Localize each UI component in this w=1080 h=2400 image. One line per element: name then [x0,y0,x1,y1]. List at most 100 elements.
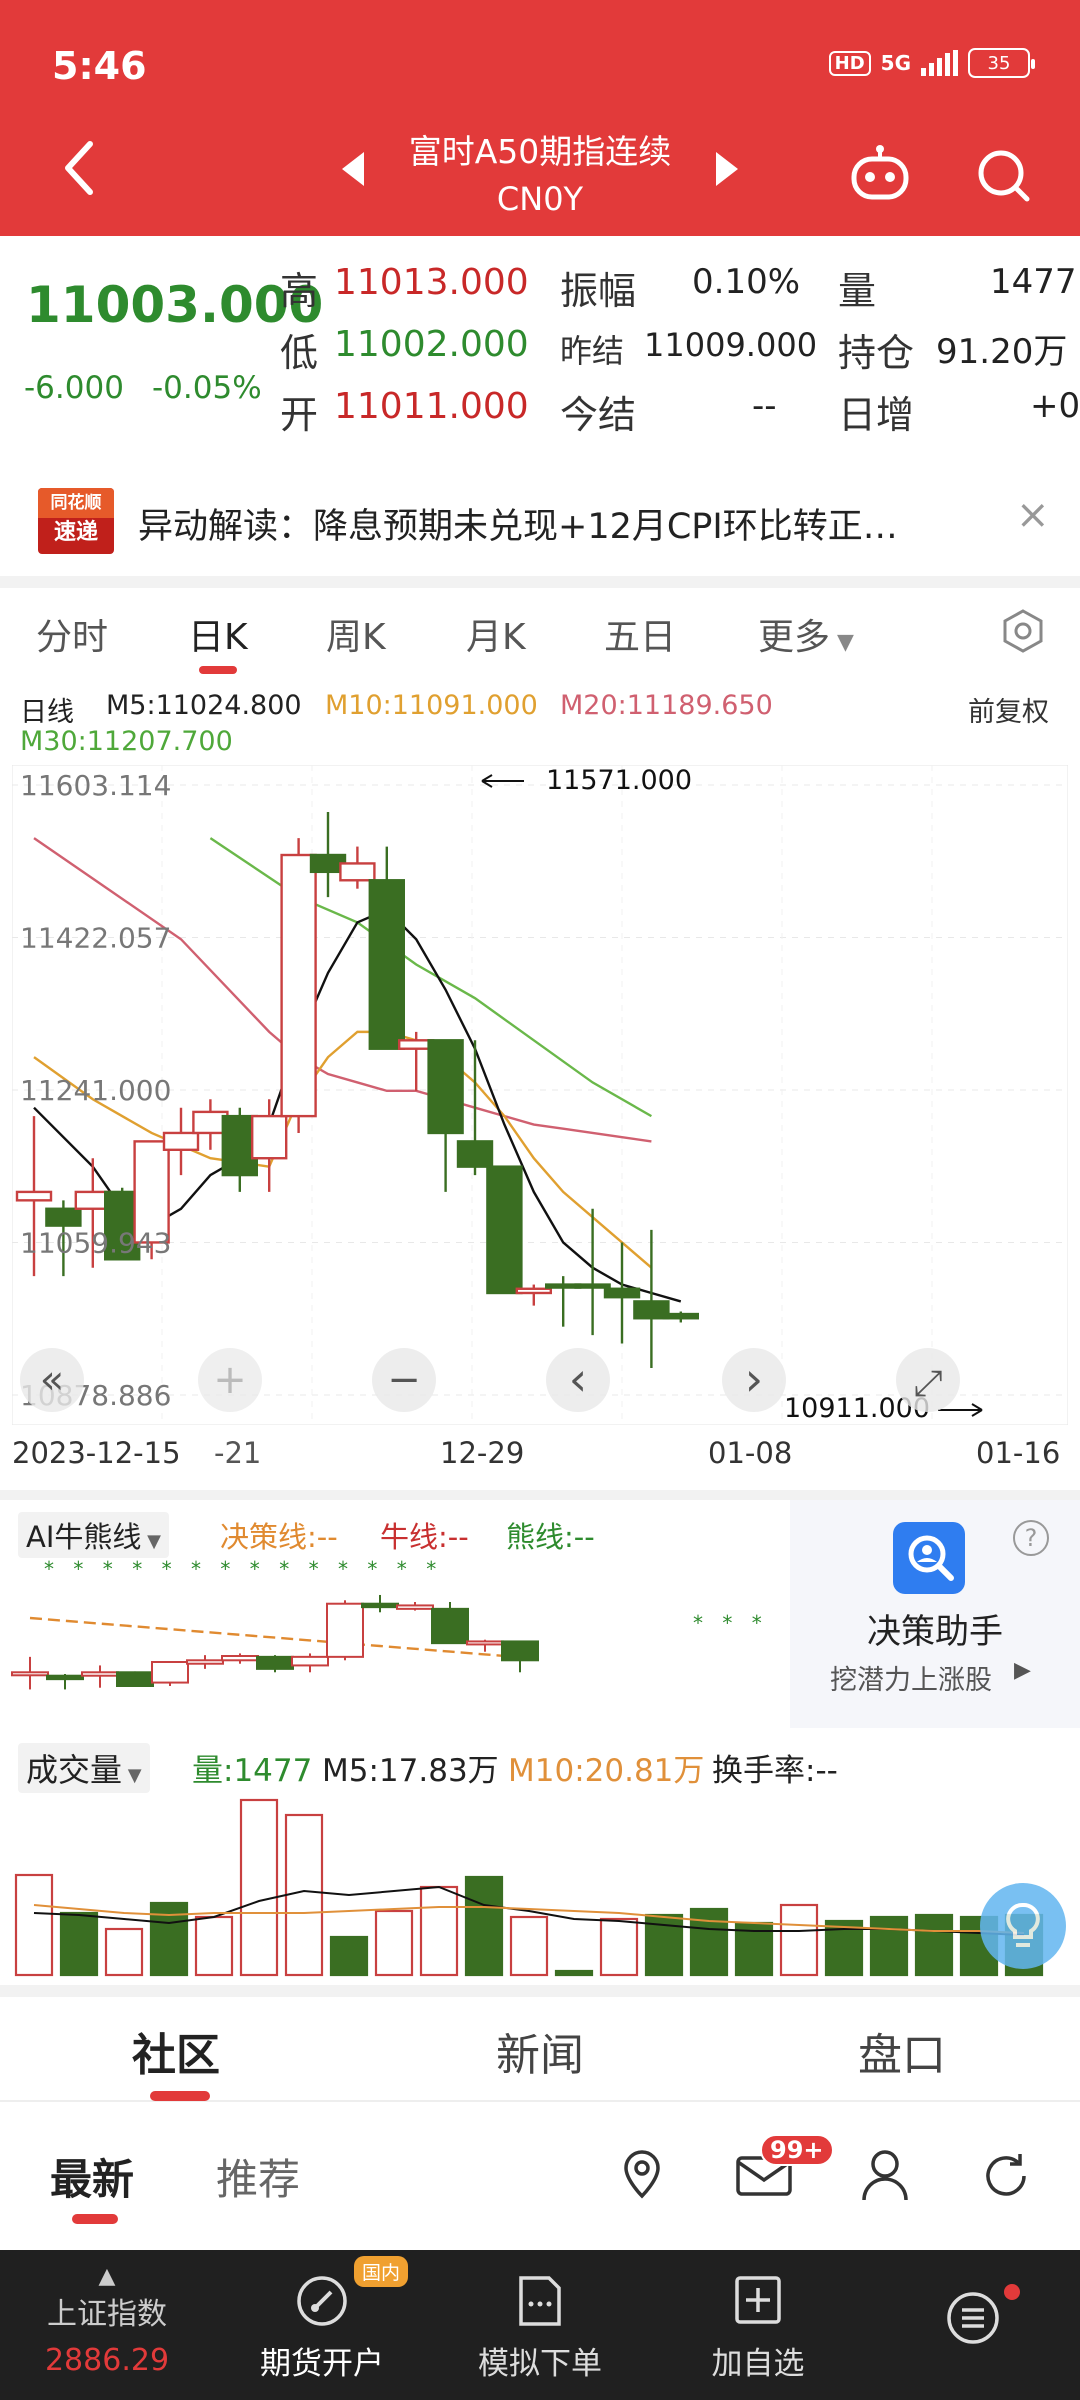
ma30-legend: M30:11207.700 [20,726,233,757]
x-tick-label: 21 [224,1436,262,1470]
mail-badge: 99+ [760,2134,834,2166]
fullscreen-icon: ⤢ [914,1363,943,1404]
volume-bar [239,1798,279,1977]
signal-dot: * [397,1557,407,1581]
ai-candle-body [46,1674,84,1681]
tab-day-k[interactable]: 日K [188,608,248,660]
signal-dot: * [367,1557,377,1581]
signal-dot: * [73,1557,83,1581]
logo-line2: 速递 [53,520,98,545]
nav-label: 加自选 [711,2346,805,2382]
open-label: 开 [280,393,319,437]
x-tick: 12-29 [440,1436,525,1470]
community-tabs: 社区 新闻 盘口 [0,1997,1080,2102]
signal-dot: * [279,1557,289,1581]
next-contract-icon[interactable] [716,152,738,186]
robot-assistant-icon[interactable] [848,145,912,203]
fullscreen-button[interactable]: ⤢ [896,1348,960,1412]
scroll-left-button[interactable]: ‹ [546,1348,610,1412]
chevron-right-icon: › [745,1352,763,1406]
nav-add-watchlist[interactable]: 加自选 [650,2250,866,2400]
signal-icon [921,50,958,76]
signal-dot: * [338,1557,348,1581]
tab-intraday[interactable]: 分时 [36,608,108,660]
kline-type: 日线 [20,697,74,728]
refresh-icon[interactable] [980,2150,1032,2202]
volume-qty: 量:1477 [192,1753,313,1789]
signal-dot: * [132,1557,142,1581]
signal-dot: * [752,1611,762,1635]
ai-candle-body [151,1661,189,1684]
volume-bar [104,1927,144,1977]
x-tick: -21 [214,1436,262,1470]
y-tick-label: 11241.000 [20,1074,171,1107]
decision-assistant-card[interactable]: ? 决策助手 挖潜力上涨股 ▶ [790,1500,1080,1728]
tab-recommended[interactable]: 推荐 [216,2146,300,2207]
signal-dot: * [220,1557,230,1581]
candle [280,838,317,1133]
kline-chart[interactable]: 11603.114 11422.057 11241.000 11059.943 1087… [11,764,1069,1426]
candle [486,1165,523,1295]
location-icon[interactable] [620,2148,664,2202]
volume-bar [554,1969,594,1977]
tab-community[interactable]: 社区 [132,2019,220,2083]
tab-news[interactable]: 新闻 [496,2019,584,2083]
ai-candle-body [431,1607,469,1645]
chevron-left-icon: ‹ [569,1352,587,1406]
index-ticker[interactable]: ▲ 上证指数 2886.29 [0,2250,214,2400]
volume-bar [869,1915,909,1977]
prev-settle-label: 昨结 [560,332,625,370]
news-text[interactable]: 异动解读：降息预期未兑现+12月CPI环比转正… [138,498,898,549]
volume-m10: M10:20.81万 [508,1753,705,1789]
tab-order-book[interactable]: 盘口 [858,2019,946,2083]
notification-dot [1004,2284,1020,2300]
volume-bar [284,1813,324,1977]
x-axis-labels: 2023-12-15 -21 12-29 01-08 01-16 [0,1430,1080,1480]
candle-body [15,1190,53,1202]
turnover-rate: 换手率:-- [712,1753,838,1789]
scroll-right-button[interactable]: › [722,1348,786,1412]
user-icon[interactable] [860,2148,910,2202]
tab-month-k[interactable]: 月K [466,608,526,660]
tab-latest[interactable]: 最新 [50,2146,134,2207]
search-icon[interactable] [975,147,1031,203]
zoom-out-button[interactable]: − [372,1348,436,1412]
x-tick: 01-16 [976,1436,1061,1470]
first-page-button[interactable]: « [20,1348,84,1412]
ai-candle-body [291,1655,329,1667]
close-icon[interactable]: × [1016,492,1050,538]
volume-bar [779,1903,819,1977]
hd-icon: HD [828,50,871,76]
nav-simulated-order[interactable]: 模拟下单 [430,2250,650,2400]
divider [0,576,1080,588]
last-price: 11003.000 [26,276,324,334]
news-ticker[interactable]: 同花顺 速递 异动解读：降息预期未兑现+12月CPI环比转正… × [0,468,1080,576]
amplitude-label: 振幅 [560,269,637,313]
ma5-legend: M5:11024.800 [106,690,302,721]
tab-week-k[interactable]: 周K [326,608,386,660]
zoom-in-button[interactable]: + [198,1348,262,1412]
volume-indicator-select[interactable]: 成交量 ▼ [18,1743,150,1793]
kline-svg: 11603.11411422.05711241.00011059.9431087… [11,764,1069,1426]
adjust-mode[interactable]: 前复权 [968,690,1049,729]
add-icon [735,2276,781,2324]
lightbulb-icon[interactable] [980,1883,1066,1969]
tab-five-day[interactable]: 五日 [604,608,676,660]
tab-more-label: 更多 [758,617,831,658]
candle-body [339,862,376,882]
tab-more[interactable]: 更多 ▼ [758,608,854,660]
volume-chart [14,1798,1044,1977]
ma10-legend: M10:11091.000 [325,690,538,721]
nav-menu[interactable] [866,2250,1080,2400]
x-tick: 2023-12-15 [12,1436,181,1470]
low-value: 11002.000 [334,324,529,365]
nav-futures-account[interactable]: 期货开户 国内 [214,2250,430,2400]
low-label: 低 [280,331,319,375]
help-icon[interactable]: ? [1013,1520,1049,1556]
candle-body [368,879,405,1050]
signal-dot: * [309,1557,319,1581]
candle-body [250,1114,288,1160]
divider [0,1985,1080,1997]
settings-icon[interactable] [1000,608,1046,654]
ai-candle-body [11,1671,49,1677]
